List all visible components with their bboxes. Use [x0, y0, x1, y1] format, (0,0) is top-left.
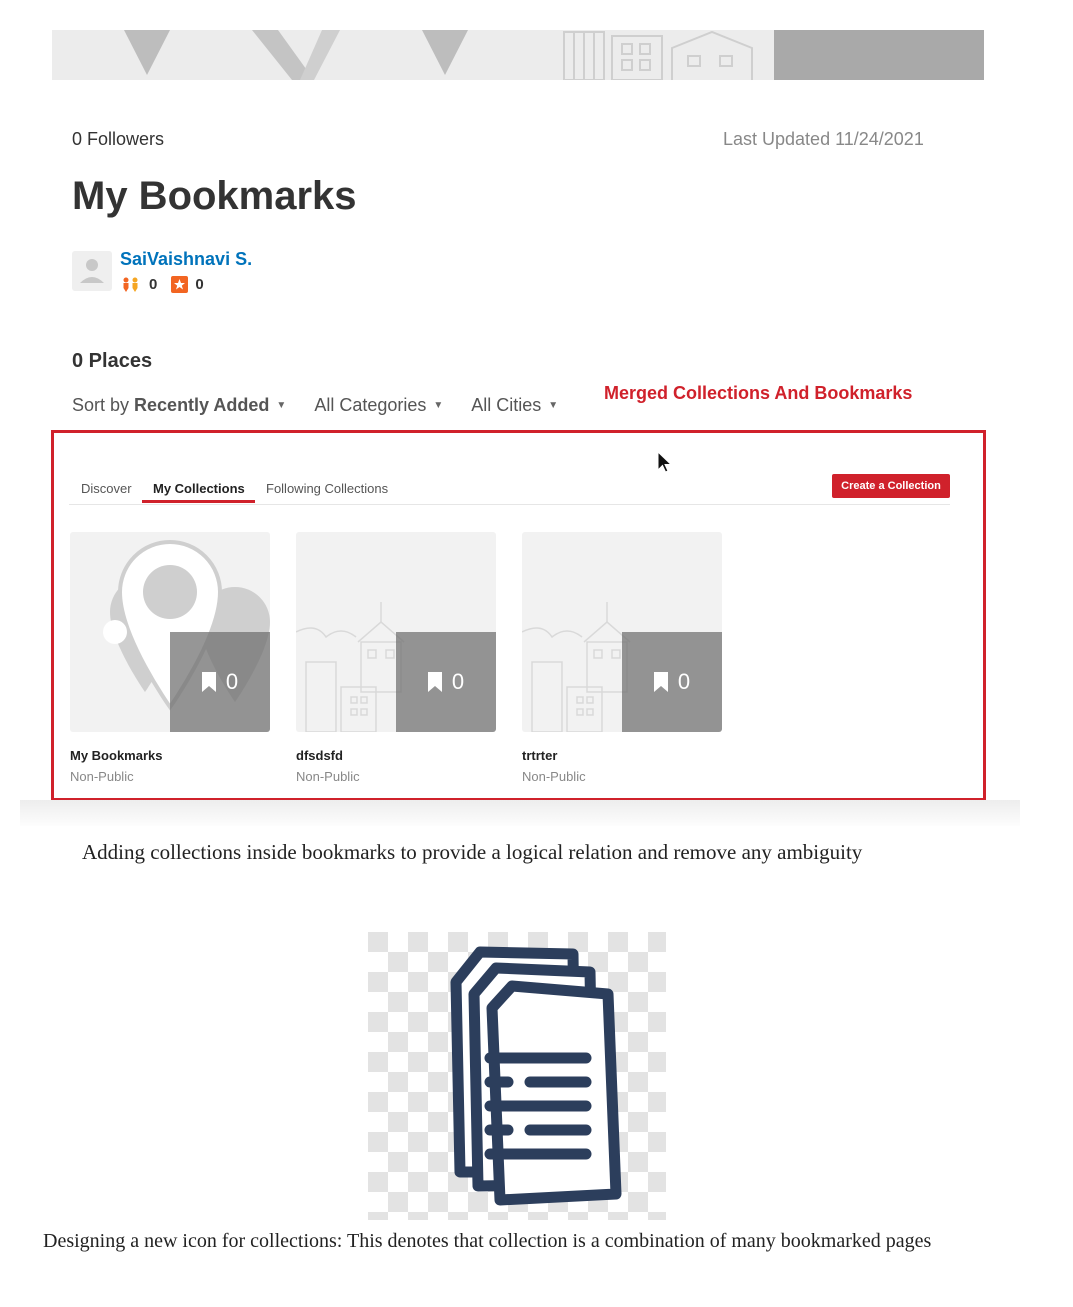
friends-icon: [123, 277, 138, 292]
caret-down-icon: ▼: [433, 400, 444, 411]
sort-dropdown[interactable]: Sort by Recently Added ▼: [72, 395, 286, 416]
create-collection-button[interactable]: Create a Collection: [832, 474, 950, 498]
figure-caption: Adding collections inside bookmarks to p…: [82, 840, 863, 864]
collection-card[interactable]: 0 dfsdsfd Non-Public: [296, 532, 496, 784]
collection-tabs: Discover My Collections Following Collec…: [69, 478, 950, 505]
review-star-icon: [171, 276, 189, 293]
tab-my-collections[interactable]: My Collections: [153, 481, 245, 496]
tab-discover[interactable]: Discover: [81, 481, 132, 496]
collection-thumbnail: 0: [70, 532, 270, 732]
banner-photo-block: [774, 30, 984, 80]
user-name-link[interactable]: SaiVaishnavi S.: [120, 249, 252, 270]
categories-dropdown[interactable]: All Categories ▼: [314, 395, 443, 416]
active-tab-indicator: [142, 500, 255, 503]
last-updated-date: Last Updated 11/24/2021: [723, 129, 924, 149]
collection-privacy: Non-Public: [70, 769, 134, 784]
collection-thumbnail: 0: [522, 532, 722, 732]
user-silhouette-icon: [80, 259, 104, 283]
collection-title[interactable]: dfsdsfd: [296, 748, 496, 763]
collection-thumbnail: 0: [296, 532, 496, 732]
page-title: My Bookmarks: [72, 174, 357, 218]
avatar[interactable]: [72, 251, 112, 291]
filter-bar: Sort by Recently Added ▼ All Categories …: [72, 395, 586, 416]
sort-value: Recently Added: [134, 395, 270, 415]
collection-title[interactable]: trtrter: [522, 748, 722, 763]
collection-card[interactable]: 0 My Bookmarks Non-Public: [70, 532, 270, 784]
collection-title[interactable]: My Bookmarks: [70, 748, 270, 763]
collection-privacy: Non-Public: [522, 769, 586, 784]
divider-shadow: [20, 800, 1020, 826]
header-banner: [52, 30, 984, 80]
figure-caption: Designing a new icon for collections: Th…: [43, 1230, 932, 1252]
caret-down-icon: ▼: [548, 400, 559, 411]
bookmark-icon: [427, 672, 442, 692]
bookmark-count-overlay: 0: [396, 632, 496, 732]
user-stats: 0 0: [120, 276, 218, 293]
caret-down-icon: ▼: [276, 400, 287, 411]
bookmark-count: 0: [677, 669, 691, 694]
collections-icon: [368, 932, 666, 1220]
mouse-cursor-icon: [657, 451, 672, 473]
bookmark-count-overlay: 0: [170, 632, 270, 732]
bookmark-icon: [201, 672, 216, 692]
followers-count[interactable]: 0 Followers: [72, 129, 164, 150]
friends-count: 0: [149, 276, 158, 293]
cities-dropdown[interactable]: All Cities ▼: [471, 395, 558, 416]
bookmark-icon: [653, 672, 668, 692]
places-count: 0 Places: [72, 350, 153, 372]
reviews-count: 0: [195, 276, 204, 293]
cities-label: All Cities: [471, 395, 542, 415]
tab-following-collections[interactable]: Following Collections: [266, 481, 388, 496]
sort-prefix: Sort by: [72, 395, 135, 415]
collection-card[interactable]: 0 trtrter Non-Public: [522, 532, 722, 784]
annotation-label: Merged Collections And Bookmarks: [604, 383, 913, 403]
bookmark-count-overlay: 0: [622, 632, 722, 732]
categories-label: All Categories: [314, 395, 427, 415]
bookmark-count: 0: [451, 669, 465, 694]
collection-privacy: Non-Public: [296, 769, 360, 784]
bookmark-count: 0: [225, 669, 239, 694]
